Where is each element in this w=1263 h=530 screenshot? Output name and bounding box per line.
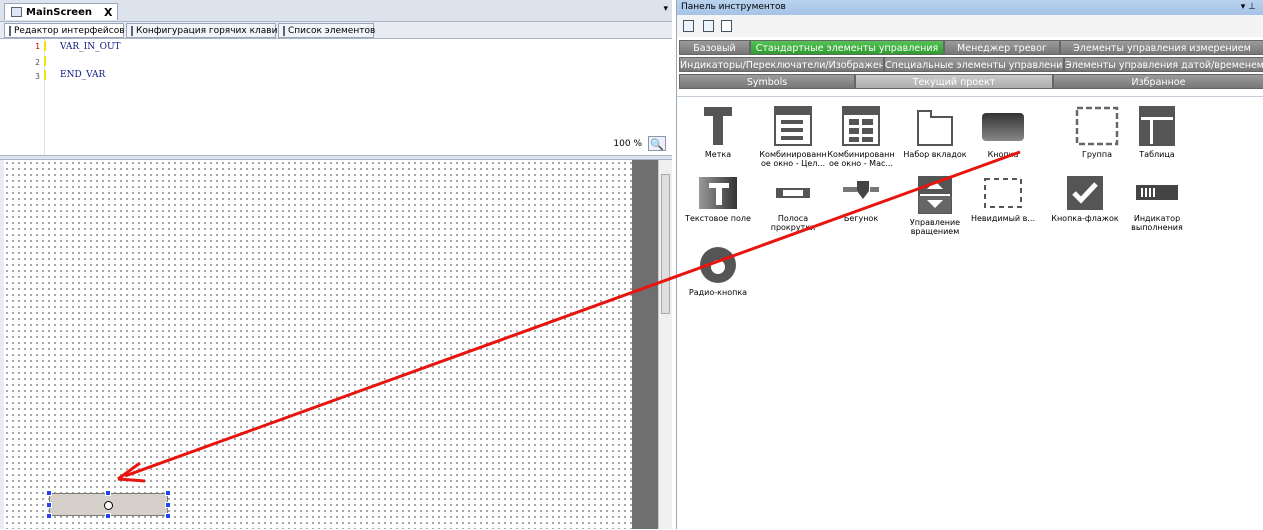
scrollbar-icon: [776, 188, 810, 198]
toolbox-item-scrollbar[interactable]: Полоса прокрутки: [757, 175, 829, 232]
line-number: 2: [35, 58, 40, 67]
tab-label: Редактор интерфейсов: [14, 25, 125, 36]
category-basic[interactable]: Базовый: [679, 40, 750, 55]
move-handle-icon[interactable]: [104, 501, 113, 510]
doc-icon[interactable]: [683, 20, 694, 32]
doc-icon[interactable]: [703, 20, 714, 32]
zoom-level: 100 %: [613, 139, 642, 149]
list-icon: [283, 25, 285, 36]
toolbox-item-checkbox[interactable]: Кнопка-флажок: [1049, 175, 1121, 223]
tab-label: Список элементов: [288, 25, 376, 36]
category-current-project[interactable]: Текущий проект: [855, 74, 1053, 89]
category-symbols[interactable]: Symbols: [679, 74, 855, 89]
design-canvas[interactable]: [4, 160, 632, 529]
combobox-int-icon: [774, 106, 812, 146]
tab-label: Конфигурация горячих клавиш: [136, 25, 286, 36]
category-standard-controls[interactable]: Стандартные элементы управления: [750, 40, 944, 55]
toolbox-item-spin-control[interactable]: Управление вращением: [899, 175, 971, 236]
category-alarm-manager[interactable]: Менеджер тревог: [944, 40, 1060, 55]
invisible-input-icon: [984, 178, 1022, 208]
slider-icon: [843, 181, 879, 199]
line-number: 3: [35, 72, 40, 81]
toolbox-item-radio-button[interactable]: Радио-кнопка: [682, 245, 754, 297]
checkbox-icon: [1067, 176, 1103, 210]
canvas-margin: [632, 160, 658, 529]
picture-icon[interactable]: [721, 20, 732, 32]
code-line: VAR_IN_OUT: [60, 42, 121, 52]
tab-control-icon: [917, 110, 953, 146]
panel-toolbar: [677, 15, 1263, 37]
scrollbar-thumb[interactable]: [661, 174, 670, 314]
toolbox-item-tab-control[interactable]: Набор вкладок: [899, 105, 971, 159]
resize-handle[interactable]: [105, 490, 111, 496]
radio-button-icon: [700, 247, 736, 283]
visualization-icon: [11, 7, 22, 17]
tab-title: MainScreen: [26, 6, 92, 18]
interface-editor-icon: [9, 25, 11, 36]
category-indicators[interactable]: Индикаторы/Переключатели/Изображения: [679, 57, 884, 72]
changed-line-marker: [44, 70, 46, 80]
declaration-editor[interactable]: 1 2 3 VAR_IN_OUT END_VAR 100 % 🔍: [0, 38, 672, 156]
keyboard-icon: [131, 25, 133, 36]
toolbox-item-text-field[interactable]: Текстовое поле: [682, 175, 754, 223]
changed-line-marker: [44, 41, 46, 51]
pin-icon[interactable]: ▾ ⊥: [1241, 0, 1256, 15]
changed-line-marker: [44, 56, 46, 66]
resize-handle[interactable]: [46, 513, 52, 519]
vertical-scrollbar[interactable]: [658, 160, 672, 529]
resize-handle[interactable]: [165, 513, 171, 519]
document-tabs: MainScreen X ▾: [0, 0, 672, 22]
line-number: 1: [35, 42, 40, 51]
toolbox-item-button[interactable]: Кнопка: [967, 105, 1039, 159]
tab-mainscreen[interactable]: MainScreen X: [4, 3, 118, 20]
toolbox-item-combobox-array[interactable]: Комбинированн ое окно - Мас...: [825, 105, 897, 168]
code-line: END_VAR: [60, 70, 106, 80]
editor-pane: MainScreen X ▾ Редактор интерфейсов Конф…: [0, 0, 672, 529]
label-icon: [704, 107, 732, 145]
toolbox-panel: Панель инструментов ▾ ⊥ Базовый Стандарт…: [676, 0, 1263, 529]
editor-subtabs: Редактор интерфейсов Конфигурация горячи…: [0, 23, 672, 38]
resize-handle[interactable]: [105, 513, 111, 519]
toolbox-item-label[interactable]: Метка: [682, 105, 754, 159]
toolbox-item-slider[interactable]: Бегунок: [825, 175, 897, 223]
line-number-gutter: 1 2 3: [0, 39, 45, 156]
category-special-controls[interactable]: Специальные элементы управления: [884, 57, 1064, 72]
toolbox-item-invisible-input[interactable]: Невидимый в...: [967, 175, 1039, 223]
close-icon[interactable]: X: [104, 6, 112, 19]
tab-element-list[interactable]: Список элементов: [278, 23, 376, 38]
toolbox-item-combobox-int[interactable]: Комбинированн ое окно - Цел...: [757, 105, 829, 168]
panel-title-bar: Панель инструментов ▾ ⊥: [677, 0, 1263, 15]
resize-handle[interactable]: [165, 502, 171, 508]
progress-bar-icon: [1136, 185, 1178, 200]
toolbox-item-table[interactable]: Таблица: [1121, 105, 1193, 159]
resize-handle[interactable]: [46, 502, 52, 508]
toolbox-items: Метка Комбинированн ое окно - Цел... Ком…: [677, 96, 1263, 530]
button-icon: [982, 113, 1024, 141]
combobox-array-icon: [842, 106, 880, 146]
category-favorites[interactable]: Избранное: [1053, 74, 1263, 89]
panel-title: Панель инструментов: [681, 2, 786, 12]
chevron-down-icon[interactable]: ▾: [663, 4, 668, 14]
spin-control-icon: [918, 176, 952, 214]
toolbox-item-progress-bar[interactable]: Индикатор выполнения: [1121, 175, 1193, 232]
zoom-icon[interactable]: 🔍: [648, 136, 666, 151]
tab-interface-editor[interactable]: Редактор интерфейсов: [4, 23, 125, 38]
resize-handle[interactable]: [165, 490, 171, 496]
group-box-icon: [1075, 106, 1119, 146]
table-icon: [1139, 106, 1175, 146]
category-datetime-controls[interactable]: Элементы управления датой/временем: [1064, 57, 1263, 72]
tab-hotkeys[interactable]: Конфигурация горячих клавиш: [126, 23, 286, 38]
category-measurement-controls[interactable]: Элементы управления измерением: [1060, 40, 1263, 55]
resize-handle[interactable]: [46, 490, 52, 496]
text-field-icon: [699, 177, 737, 209]
